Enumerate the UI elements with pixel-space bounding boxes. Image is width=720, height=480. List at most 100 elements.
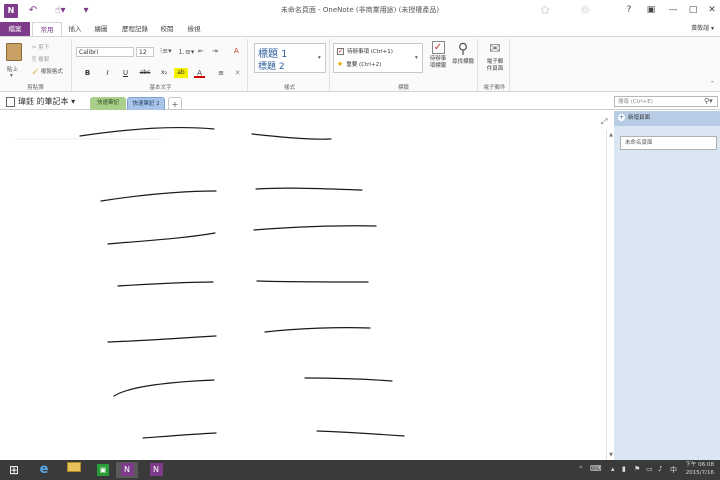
delete-icon[interactable]: ✕ bbox=[232, 68, 243, 78]
volume-icon[interactable]: ♪ bbox=[658, 465, 662, 473]
ribbon-tabs: 檔案 常用 插入 繪圖 歷程記錄 校閱 檢視 黃敬諠 ▾ bbox=[0, 22, 720, 36]
styles-gallery[interactable]: 標題 1 標題 2 bbox=[254, 43, 326, 73]
pages-pane: + 新增頁面 未命名頁面 bbox=[614, 111, 720, 460]
ink-stroke[interactable] bbox=[264, 327, 371, 333]
ime-indicator[interactable]: 中 bbox=[670, 465, 677, 475]
internet-explorer-icon[interactable]: e bbox=[33, 462, 55, 478]
help-button[interactable]: ? bbox=[618, 2, 640, 18]
ink-stroke[interactable] bbox=[304, 377, 393, 382]
clear-formatting-icon[interactable]: A bbox=[234, 47, 239, 55]
decrease-indent-icon[interactable]: ⇤ bbox=[198, 47, 204, 55]
search-icon[interactable]: ⚲▾ bbox=[704, 97, 713, 105]
align-button[interactable]: ≡ bbox=[214, 68, 228, 78]
paste-icon[interactable] bbox=[6, 43, 22, 61]
highlight-button[interactable]: ab bbox=[174, 68, 188, 78]
tag-todo-label: 待辦事項 (Ctrl+1) bbox=[347, 49, 393, 55]
format-painter-button[interactable]: 🖌 複製格式 bbox=[32, 67, 63, 75]
network-icon[interactable]: ▮ bbox=[622, 465, 626, 473]
styles-more-icon[interactable]: ▾ bbox=[318, 55, 321, 61]
ink-stroke[interactable] bbox=[256, 280, 369, 283]
tag-todo[interactable]: ✓ 待辦事項 (Ctrl+1) bbox=[337, 47, 393, 55]
bullets-icon[interactable]: ⁝≡▾ bbox=[160, 47, 172, 55]
tab-view[interactable]: 檢視 bbox=[183, 22, 205, 36]
section-tab-quick-notes[interactable]: 快速筆記 bbox=[90, 97, 126, 110]
tray-up-arrow-icon[interactable]: ⌃ bbox=[578, 465, 584, 473]
tab-draw[interactable]: 繪圖 bbox=[90, 22, 112, 36]
bold-button[interactable]: B bbox=[82, 68, 93, 78]
back-icon[interactable]: ↶ bbox=[25, 4, 41, 18]
subscript-button[interactable]: x₂ bbox=[158, 68, 170, 78]
ink-stroke[interactable] bbox=[251, 133, 332, 140]
format-painter-label: 複製格式 bbox=[40, 69, 63, 75]
clock-time: 下午 06:08 bbox=[685, 462, 714, 468]
vertical-scrollbar[interactable]: ▲ ▼ bbox=[606, 130, 614, 460]
email-page-button[interactable]: ✉ 電子郵 件頁面 bbox=[482, 41, 508, 73]
tab-file[interactable]: 檔案 bbox=[0, 22, 30, 36]
ribbon-display-icon[interactable]: ▣ bbox=[640, 2, 662, 18]
add-section-button[interactable]: + bbox=[168, 97, 182, 110]
find-tags-button[interactable]: ⚲ 尋找標籤 bbox=[450, 41, 476, 66]
ink-stroke[interactable] bbox=[255, 187, 363, 191]
font-color-button[interactable]: A bbox=[194, 68, 205, 78]
envelope-icon: ✉ bbox=[489, 41, 501, 57]
tags-more-icon[interactable]: ▾ bbox=[415, 55, 418, 61]
customize-qat-icon[interactable]: ▾ bbox=[78, 4, 94, 18]
paste-button[interactable]: 貼上 bbox=[7, 65, 18, 73]
collapse-ribbon-icon[interactable]: ⌃ bbox=[710, 81, 715, 87]
clock[interactable]: 下午 06:08 2015/7/16 bbox=[685, 461, 714, 477]
font-name-dropdown[interactable]: Calibri bbox=[76, 47, 134, 57]
todo-tag-button[interactable]: ✓ 待辦事 項標籤 bbox=[426, 41, 450, 70]
notebook-selector[interactable]: 瑋鈺 的筆記本 ▾ bbox=[6, 96, 75, 107]
tag-important[interactable]: ★ 重要 (Ctrl+2) bbox=[337, 60, 381, 68]
ribbon: 貼上 ▾ ✂ 剪下 ⎘ 複製 🖌 複製格式 剪貼簿 Calibri 12 ⁝≡▾… bbox=[0, 36, 720, 92]
tab-review[interactable]: 校閱 bbox=[156, 22, 178, 36]
onenote-taskbar-icon-2[interactable]: N bbox=[145, 462, 167, 478]
increase-indent-icon[interactable]: ⇥ bbox=[212, 47, 218, 55]
onenote-taskbar-icon[interactable]: N bbox=[116, 462, 138, 478]
underline-button[interactable]: U bbox=[120, 68, 131, 78]
tray-arrow-icon[interactable]: ▴ bbox=[611, 465, 615, 473]
style-heading-2[interactable]: 標題 2 bbox=[258, 59, 285, 72]
tab-home[interactable]: 常用 bbox=[32, 22, 62, 36]
ink-stroke[interactable] bbox=[100, 190, 217, 202]
ink-stroke[interactable] bbox=[316, 430, 405, 437]
ink-stroke[interactable] bbox=[117, 281, 214, 287]
search-input[interactable]: 搜尋 (Ctrl+E) bbox=[614, 96, 718, 107]
ink-stroke[interactable] bbox=[107, 232, 216, 245]
user-account[interactable]: 黃敬諠 ▾ bbox=[691, 22, 714, 36]
page-list-item[interactable]: 未命名頁面 bbox=[620, 136, 717, 150]
keyboard-icon[interactable]: ⌨ bbox=[590, 464, 602, 473]
store-icon[interactable]: ▣ bbox=[92, 462, 114, 478]
basic-text-group-label: 基本文字 bbox=[149, 85, 172, 91]
notebook-bar: 瑋鈺 的筆記本 ▾ 快速筆記 快速筆記 2 + 搜尋 (Ctrl+E) ⚲▾ bbox=[0, 93, 720, 110]
tab-insert[interactable]: 插入 bbox=[64, 22, 86, 36]
paste-dropdown-icon[interactable]: ▾ bbox=[10, 73, 13, 79]
ink-stroke[interactable] bbox=[142, 432, 217, 439]
ink-stroke[interactable] bbox=[107, 335, 217, 343]
cut-button[interactable]: ✂ 剪下 bbox=[32, 43, 49, 51]
battery-icon[interactable]: ▭ bbox=[646, 465, 653, 473]
file-explorer-icon[interactable] bbox=[63, 462, 85, 478]
start-windows-icon[interactable]: ⊞ bbox=[3, 462, 25, 478]
numbering-icon[interactable]: ⒈≡▾ bbox=[178, 47, 194, 57]
style-heading-1[interactable]: 標題 1 bbox=[258, 45, 288, 60]
close-button[interactable]: ✕ bbox=[701, 2, 720, 18]
window-title: 未命名頁面 - OneNote (非商業用途) (未授權產品) bbox=[280, 6, 440, 14]
tags-gallery[interactable]: ✓ 待辦事項 (Ctrl+1) ★ 重要 (Ctrl+2) bbox=[333, 43, 423, 73]
ink-stroke[interactable] bbox=[253, 225, 377, 231]
minimize-button[interactable]: — bbox=[662, 2, 684, 18]
section-tab-quick-notes-2[interactable]: 快速筆記 2 bbox=[127, 97, 165, 110]
flag-icon[interactable]: ⚑ bbox=[634, 465, 640, 473]
ink-stroke[interactable] bbox=[79, 126, 215, 137]
italic-button[interactable]: I bbox=[102, 68, 113, 78]
strikethrough-button[interactable]: abc bbox=[138, 68, 152, 78]
expand-page-icon[interactable]: ⤢ bbox=[601, 117, 607, 127]
tab-history[interactable]: 歷程記錄 bbox=[118, 22, 152, 36]
font-size-dropdown[interactable]: 12 bbox=[136, 47, 154, 57]
note-canvas[interactable] bbox=[0, 111, 606, 460]
ink-stroke[interactable] bbox=[113, 379, 215, 397]
add-page-button[interactable]: + 新增頁面 bbox=[614, 111, 720, 126]
copy-button[interactable]: ⎘ 複製 bbox=[32, 55, 49, 64]
todo-tag-label: 待辦事 項標籤 bbox=[429, 56, 447, 69]
touch-mode-icon[interactable]: ☝▾ bbox=[46, 4, 74, 18]
